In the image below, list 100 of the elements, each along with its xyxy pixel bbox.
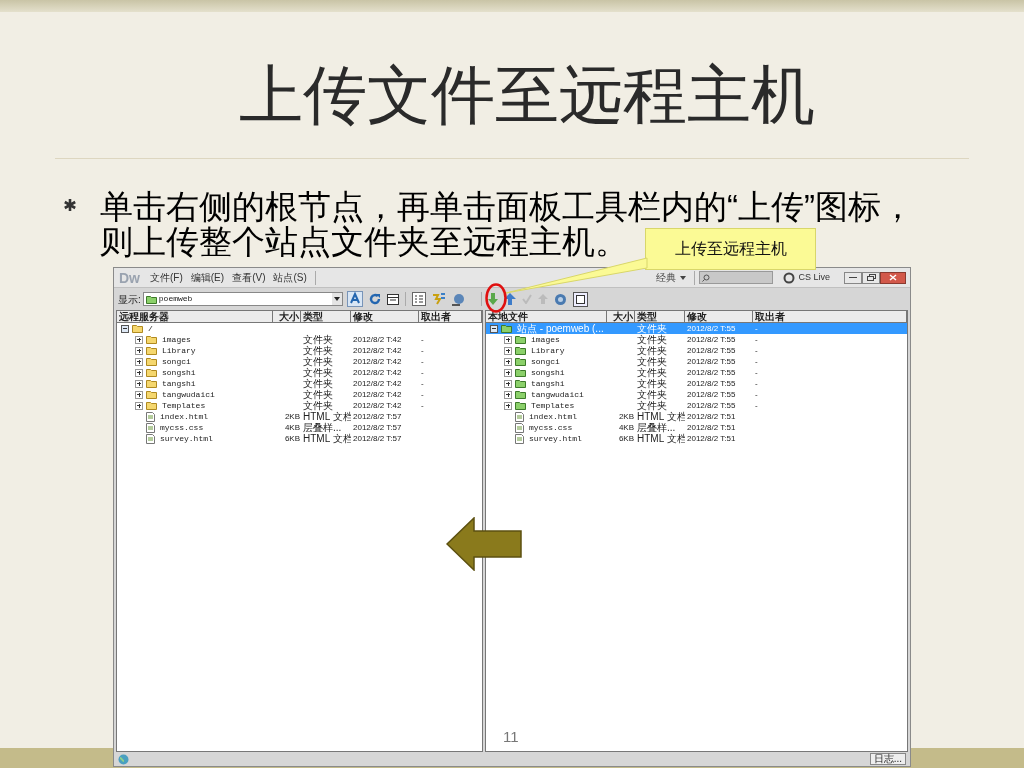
file-row[interactable]: songci 文件夹 2012/8/2 T:42 -	[117, 356, 482, 367]
date-text: 2012/8/2 T:57	[353, 434, 402, 443]
sync-icon[interactable]	[431, 293, 446, 305]
file-row[interactable]: mycss.css 4KB 层叠样... 2012/8/2 T:51	[486, 422, 907, 433]
expand-toggle-icon[interactable]	[135, 357, 143, 366]
expand-toggle-icon[interactable]	[135, 335, 143, 344]
cs-live-label[interactable]: CS Live	[798, 270, 830, 285]
checked-out-text: -	[755, 401, 758, 410]
folder-icon	[146, 346, 157, 355]
type-text: 文件夹	[637, 323, 667, 334]
refresh-icon[interactable]	[368, 293, 381, 305]
expand-toggle-icon[interactable]	[135, 379, 143, 388]
search-field[interactable]	[699, 271, 774, 284]
log-button[interactable]: 日志...	[869, 753, 906, 765]
file-name: /	[148, 323, 153, 334]
expand-panel-icon[interactable]	[572, 291, 588, 307]
type-text: 文件夹	[637, 400, 667, 411]
column-header[interactable]: 取出者	[419, 311, 482, 322]
column-header[interactable]: 大小	[607, 311, 635, 322]
file-row[interactable]: tangshi 文件夹 2012/8/2 T:42 -	[117, 378, 482, 389]
file-name: tangshi	[531, 378, 565, 389]
file-row[interactable]: songshi 文件夹 2012/8/2 T:42 -	[117, 367, 482, 378]
file-name: tangwudaici	[531, 389, 584, 400]
expand-toggle-icon[interactable]	[135, 390, 143, 399]
expand-toggle-icon[interactable]	[504, 401, 512, 410]
file-row[interactable]: images 文件夹 2012/8/2 T:55 -	[486, 334, 907, 345]
column-header[interactable]: 大小	[273, 311, 301, 322]
checked-out-text: -	[421, 401, 424, 410]
expand-toggle-icon[interactable]	[504, 379, 512, 388]
file-icon	[515, 422, 524, 433]
file-row[interactable]: tangwudaici 文件夹 2012/8/2 T:42 -	[117, 389, 482, 400]
expand-toggle-icon[interactable]	[504, 368, 512, 377]
file-name: mycss.css	[160, 422, 204, 433]
menu-item[interactable]: 查看(V)	[232, 270, 266, 285]
type-text: 文件夹	[637, 367, 667, 378]
column-header[interactable]: 远程服务器	[117, 311, 273, 322]
expand-toggle-icon[interactable]	[504, 357, 512, 366]
expand-toggle-icon[interactable]	[504, 390, 512, 399]
folder-icon	[146, 379, 157, 388]
file-row[interactable]: tangshi 文件夹 2012/8/2 T:55 -	[486, 378, 907, 389]
panel-icon[interactable]	[386, 293, 399, 305]
highlight-ring	[485, 283, 507, 313]
file-name: Library	[162, 345, 196, 356]
file-icon	[515, 411, 524, 422]
type-text: 文件夹	[303, 356, 333, 367]
connect-icon[interactable]	[346, 291, 363, 307]
restore-button[interactable]	[862, 271, 880, 284]
menu-item[interactable]: 编辑(E)	[190, 270, 225, 285]
file-icon	[146, 422, 155, 433]
file-row[interactable]: tangwudaici 文件夹 2012/8/2 T:55 -	[486, 389, 907, 400]
file-row[interactable]: songci 文件夹 2012/8/2 T:55 -	[486, 356, 907, 367]
file-row[interactable]: Templates 文件夹 2012/8/2 T:42 -	[117, 400, 482, 411]
file-row[interactable]: songshi 文件夹 2012/8/2 T:55 -	[486, 367, 907, 378]
column-header[interactable]: 类型	[301, 311, 351, 322]
file-row[interactable]: /	[117, 323, 482, 334]
file-name: tangshi	[162, 378, 196, 389]
expand-toggle-icon[interactable]	[135, 368, 143, 377]
bullet-icon	[62, 197, 78, 213]
search-icon	[702, 273, 711, 282]
menu-item[interactable]: 文件(F)	[150, 270, 183, 285]
file-row[interactable]: images 文件夹 2012/8/2 T:42 -	[117, 334, 482, 345]
page-number: 11	[503, 727, 519, 747]
file-row[interactable]: Library 文件夹 2012/8/2 T:55 -	[486, 345, 907, 356]
date-text: 2012/8/2 T:57	[353, 412, 402, 421]
column-header[interactable]: 类型	[635, 311, 685, 322]
workspace-dropdown[interactable]: 经典	[652, 270, 691, 285]
site-dropdown[interactable]: poemweb	[142, 292, 343, 306]
expand-toggle-icon[interactable]	[135, 346, 143, 355]
column-header[interactable]: 本地文件	[486, 311, 607, 322]
expand-toggle-icon[interactable]	[135, 401, 143, 410]
date-text: 2012/8/2 T:55	[687, 335, 736, 344]
close-button[interactable]	[880, 271, 906, 284]
menu-item[interactable]: 站点(S)	[273, 270, 307, 285]
file-row[interactable]: mycss.css 4KB 层叠样... 2012/8/2 T:57	[117, 422, 482, 433]
date-text: 2012/8/2 T:57	[353, 423, 402, 432]
type-text: 文件夹	[637, 356, 667, 367]
list-view-icon[interactable]	[411, 292, 426, 306]
file-name: mycss.css	[529, 422, 573, 433]
check-in-icon[interactable]	[521, 294, 532, 304]
type-text: 层叠样...	[303, 422, 342, 433]
column-header[interactable]: 修改	[351, 311, 419, 322]
folder-icon	[515, 357, 526, 366]
file-name: songshi	[162, 367, 196, 378]
date-text: 2012/8/2 T:55	[687, 324, 736, 333]
collapse-toggle-icon[interactable]	[490, 324, 498, 333]
expand-toggle-icon[interactable]	[504, 346, 512, 355]
minimize-button[interactable]	[844, 271, 862, 284]
type-text: 文件夹	[303, 400, 333, 411]
ring-icon[interactable]	[783, 271, 796, 284]
file-row[interactable]: Templates 文件夹 2012/8/2 T:55 -	[486, 400, 907, 411]
file-name: survey.html	[160, 433, 213, 444]
file-name: 站点 - poemweb (...	[517, 323, 604, 334]
collapse-toggle-icon[interactable]	[121, 324, 129, 333]
date-text: 2012/8/2 T:55	[687, 390, 736, 399]
column-header[interactable]: 取出者	[753, 311, 907, 322]
column-header[interactable]: 修改	[685, 311, 753, 322]
file-row[interactable]: Library 文件夹 2012/8/2 T:42 -	[117, 345, 482, 356]
download-icon[interactable]	[487, 293, 498, 305]
checked-out-text: -	[755, 379, 758, 388]
expand-toggle-icon[interactable]	[504, 335, 512, 344]
